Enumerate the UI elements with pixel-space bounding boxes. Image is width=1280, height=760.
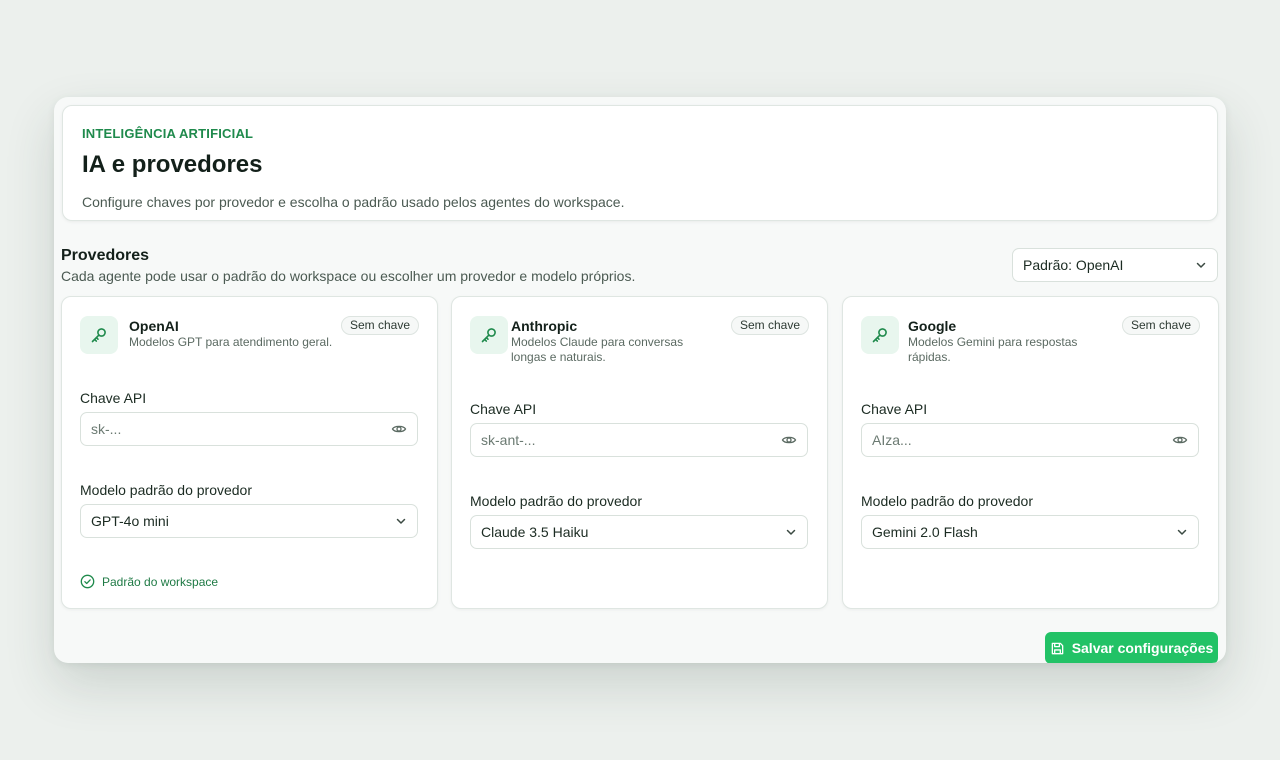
provider-name: Anthropic [511,318,578,334]
eye-icon[interactable] [1172,432,1188,448]
key-status-badge: Sem chave [730,316,809,335]
provider-description: Modelos GPT para atendimento geral. [129,335,333,349]
eye-icon[interactable] [781,432,797,448]
model-select[interactable]: Claude 3.5 Haiku [470,515,808,549]
workspace-default-label: Padrão do workspace [102,574,219,589]
provider-name: Google [908,318,957,334]
api-key-field[interactable] [861,423,1199,457]
key-icon [861,316,899,354]
default-provider-select[interactable]: Padrão: OpenAI [1012,248,1218,282]
provider-description: Modelos Gemini para respostas rápidas. [908,335,1078,364]
api-key-label: Chave API [470,401,537,417]
api-key-label: Chave API [861,401,928,417]
save-icon [1051,642,1063,654]
api-key-field[interactable] [470,423,808,457]
chevron-down-icon [1196,262,1206,268]
page-header: INTELIGÊNCIA ARTIFICIAL IA e provedores … [62,105,1218,221]
api-key-input[interactable] [481,432,761,448]
section-title: Provedores [61,247,150,264]
workspace-default-indicator: Padrão do workspace [80,574,218,589]
api-key-label: Chave API [80,390,147,406]
save-button-label: Salvar configurações [1071,640,1214,656]
model-select[interactable]: GPT-4o mini [80,504,418,538]
default-provider-value: Padrão: OpenAI [1023,257,1124,273]
page-subtitle: Configure chaves por provedor e escolha … [82,194,625,210]
chevron-down-icon [396,518,406,524]
chevron-down-icon [786,529,796,535]
provider-card-anthropic: Anthropic Modelos Claude para conversas … [451,296,828,609]
provider-description: Modelos Claude para conversas longas e n… [511,335,684,364]
key-status-badge: Sem chave [340,316,419,335]
api-key-input[interactable] [91,421,371,437]
section-subtitle: Cada agente pode usar o padrão do worksp… [61,268,636,284]
provider-card-google: Google Modelos Gemini para respostas ráp… [842,296,1219,609]
provider-card-openai: OpenAI Modelos GPT para atendimento gera… [61,296,438,609]
eye-icon[interactable] [391,421,407,437]
model-value: Claude 3.5 Haiku [481,524,589,540]
provider-name: OpenAI [129,318,179,334]
model-select[interactable]: Gemini 2.0 Flash [861,515,1199,549]
key-icon [80,316,118,354]
key-icon [470,316,508,354]
chevron-down-icon [1177,529,1187,535]
model-value: Gemini 2.0 Flash [872,524,978,540]
model-label: Modelo padrão do provedor [80,482,253,498]
api-key-field[interactable] [80,412,418,446]
check-circle-icon [80,574,95,589]
api-key-input[interactable] [872,432,1152,448]
settings-window: INTELIGÊNCIA ARTIFICIAL IA e provedores … [54,97,1226,663]
save-button[interactable]: Salvar configurações [1045,632,1218,663]
page-title: IA e provedores [82,151,263,178]
key-status-badge: Sem chave [1121,316,1200,335]
page-eyebrow: INTELIGÊNCIA ARTIFICIAL [82,126,254,141]
model-label: Modelo padrão do provedor [861,493,1034,509]
model-value: GPT-4o mini [91,513,169,529]
model-label: Modelo padrão do provedor [470,493,643,509]
